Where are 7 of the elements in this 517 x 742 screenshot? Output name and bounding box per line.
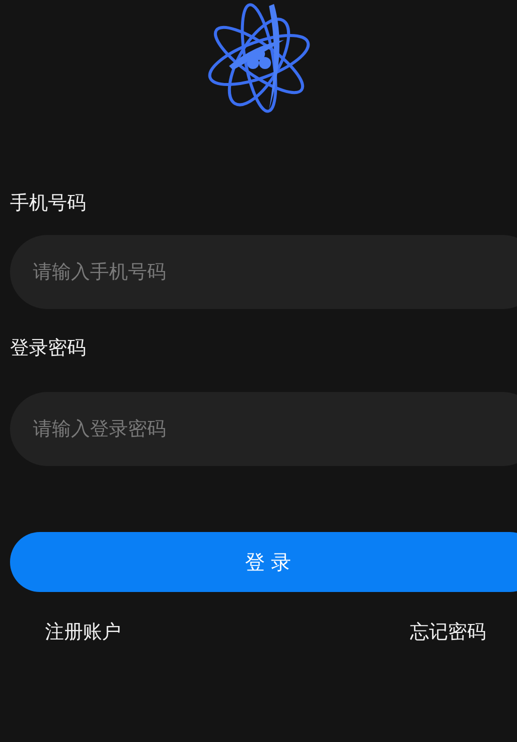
field-label: 登录密码 — [10, 339, 86, 358]
input-field[interactable]: 请输入手机号码 — [10, 235, 517, 309]
login-button[interactable]: 登 录 — [10, 532, 517, 592]
text-link[interactable]: 忘记密码 — [410, 618, 486, 646]
field-label: 手机号码 — [10, 194, 86, 213]
text-link[interactable]: 注册账户 — [45, 618, 121, 646]
input-field[interactable]: 请输入登录密码 — [10, 392, 517, 466]
